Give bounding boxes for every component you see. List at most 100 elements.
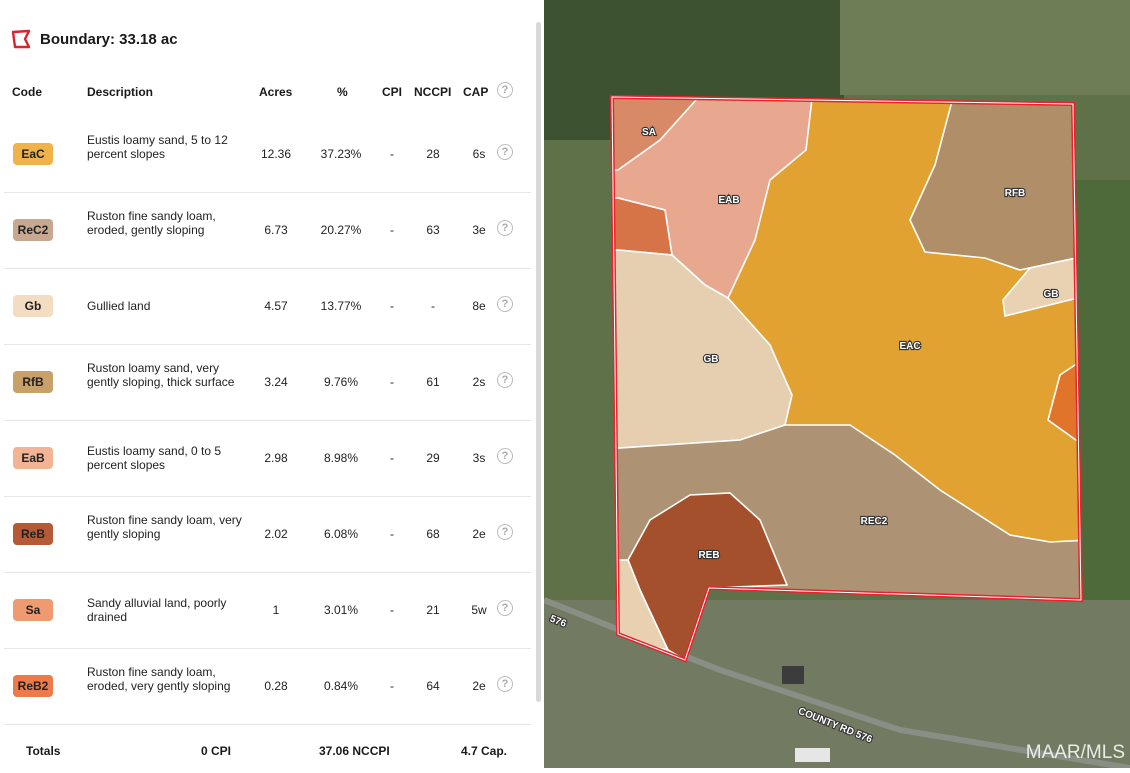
nccpi-cell: 28 [426, 147, 440, 161]
help-icon[interactable]: ? [497, 144, 513, 160]
acres-cell: 4.57 [264, 299, 288, 313]
nccpi-cell: 64 [426, 679, 440, 693]
acres-cell: 12.36 [260, 147, 292, 161]
nccpi-cell: 61 [426, 375, 440, 389]
help-icon[interactable]: ? [497, 372, 513, 388]
percent-cell: 13.77% [320, 299, 362, 313]
soil-code-badge: EaC [13, 143, 53, 165]
zone-label-rec2: REC2 [861, 516, 888, 527]
zone-label-sa: SA [642, 127, 656, 138]
help-icon[interactable]: ? [497, 296, 513, 312]
boundary-title: Boundary: 33.18 ac [40, 30, 178, 48]
help-icon[interactable]: ? [497, 524, 513, 540]
zone-label-eac: EAC [899, 341, 920, 352]
soil-description: Sandy alluvial land, poorly drained [87, 596, 227, 624]
nccpi-cell: - [431, 299, 435, 313]
totals-cap: 4.7 Cap. [461, 744, 508, 758]
building [795, 748, 830, 762]
table-row[interactable]: ReC2 Ruston fine sandy loam, eroded, gent… [4, 192, 531, 269]
cap-cell: 3e [472, 223, 486, 237]
zone-label-gb-small: GB [1044, 289, 1059, 300]
cpi-cell: - [390, 299, 394, 313]
table-row[interactable]: ReB2 Ruston fine sandy loam, eroded, very… [4, 648, 531, 725]
acres-cell: 3.24 [264, 375, 288, 389]
soil-code-badge: RfB [13, 371, 53, 393]
table-row[interactable]: Sa Sandy alluvial land, poorly drained 1 3.… [4, 572, 531, 649]
help-icon[interactable]: ? [497, 448, 513, 464]
soil-code-badge: ReB [13, 523, 53, 545]
cpi-cell: - [390, 147, 394, 161]
column-header-cap: CAP [463, 85, 489, 99]
percent-cell: 6.08% [323, 527, 359, 541]
acres-cell: 2.98 [264, 451, 288, 465]
acres-cell: 0.28 [264, 679, 288, 693]
cpi-cell: - [390, 679, 394, 693]
field-area [840, 0, 1130, 95]
table-row[interactable]: EaC Eustis loamy sand, 5 to 12 percent sl… [4, 116, 531, 193]
soil-code-badge: Gb [13, 295, 53, 317]
cap-cell: 2s [472, 375, 486, 389]
help-icon[interactable]: ? [497, 600, 513, 616]
soil-map[interactable]: SA EAB RFB GB GB EAC REC2 REB COUNTY RD … [542, 0, 1130, 771]
column-header-nccpi: NCCPI [414, 85, 452, 99]
soil-code-badge: Sa [13, 599, 53, 621]
table-row[interactable]: RfB Ruston loamy sand, very gently slopin… [4, 344, 531, 421]
cpi-cell: - [390, 223, 394, 237]
soil-description: Eustis loamy sand, 0 to 5 percent slopes [87, 444, 222, 472]
nccpi-cell: 21 [426, 603, 440, 617]
cpi-cell: - [390, 451, 394, 465]
satellite-map-view[interactable]: SA EAB RFB GB GB EAC REC2 REB COUNTY RD … [542, 0, 1130, 771]
help-icon[interactable]: ? [497, 676, 513, 692]
soil-description: Ruston fine sandy loam, eroded, very gen… [87, 665, 231, 693]
cpi-cell: - [390, 527, 394, 541]
building [782, 666, 804, 684]
column-header-cpi: CPI [382, 85, 403, 99]
soil-description: Ruston loamy sand, very gently sloping, … [87, 361, 235, 389]
column-header-code: Code [12, 85, 42, 99]
column-header-acres: Acres [259, 85, 293, 99]
nccpi-cell: 63 [426, 223, 440, 237]
cap-cell: 5w [471, 603, 487, 617]
percent-cell: 3.01% [323, 603, 359, 617]
acres-cell: 1 [272, 603, 280, 617]
soil-code-badge: ReB2 [13, 675, 53, 697]
help-icon[interactable]: ? [497, 220, 513, 236]
percent-cell: 20.27% [320, 223, 362, 237]
soil-report-panel: Boundary: 33.18 ac Code Description Acre… [0, 0, 544, 768]
cap-cell: 3s [472, 451, 486, 465]
zone-label-gb: GB [704, 354, 719, 365]
soil-description: Ruston fine sandy loam, very gently slop… [87, 513, 242, 541]
boundary-polygon-icon [11, 29, 31, 49]
totals-label: Totals [26, 744, 61, 758]
cap-cell: 2e [472, 527, 486, 541]
table-row[interactable]: ReB Ruston fine sandy loam, very gently s… [4, 496, 531, 573]
cap-cell: 6s [472, 147, 486, 161]
help-icon[interactable]: ? [497, 82, 513, 98]
zone-label-rfb: RFB [1005, 188, 1026, 199]
soil-description: Eustis loamy sand, 5 to 12 percent slope… [87, 133, 228, 161]
nccpi-cell: 68 [426, 527, 440, 541]
percent-cell: 37.23% [320, 147, 362, 161]
zone-label-eab: EAB [718, 195, 739, 206]
soil-code-badge: ReC2 [13, 219, 53, 241]
zone-label-reb: REB [698, 550, 719, 561]
acres-cell: 2.02 [264, 527, 288, 541]
acres-cell: 6.73 [264, 223, 288, 237]
totals-cpi: 0 CPI [201, 744, 232, 758]
nccpi-cell: 29 [426, 451, 440, 465]
table-row[interactable]: Gb Gullied land 4.57 13.77% - - 8e? [4, 268, 531, 345]
cap-cell: 2e [472, 679, 486, 693]
soil-description: Ruston fine sandy loam, eroded, gently s… [87, 209, 216, 237]
cpi-cell: - [390, 375, 394, 389]
watermark: MAAR/MLS [1026, 742, 1125, 763]
totals-nccpi: 37.06 NCCPI [319, 744, 390, 758]
percent-cell: 0.84% [323, 679, 359, 693]
column-header-percent: % [337, 85, 348, 99]
cap-cell: 8e [472, 299, 486, 313]
column-header-description: Description [87, 85, 154, 99]
table-row[interactable]: EaB Eustis loamy sand, 0 to 5 percent slo… [4, 420, 531, 497]
panel-scrollbar[interactable] [536, 22, 541, 702]
percent-cell: 9.76% [323, 375, 359, 389]
soil-code-badge: EaB [13, 447, 53, 469]
boundary-header: Boundary: 33.18 ac [10, 28, 178, 50]
